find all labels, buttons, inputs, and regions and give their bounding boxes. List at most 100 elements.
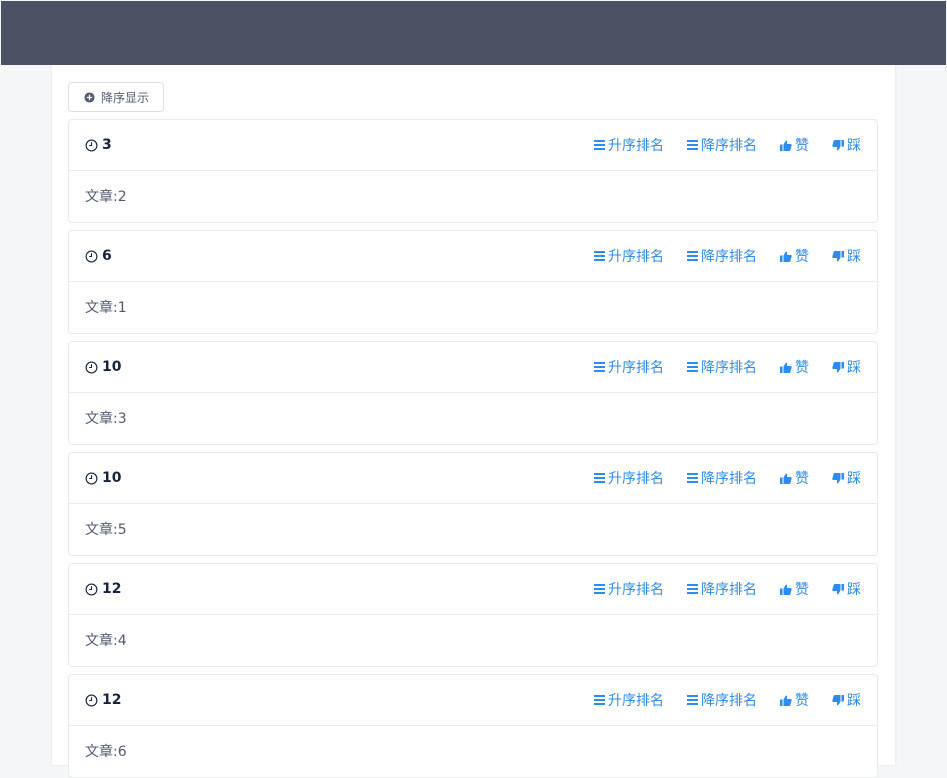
menu-icon — [594, 695, 605, 705]
sort-descending-label: 降序显示 — [101, 90, 150, 105]
dislike-label: 踩 — [847, 138, 861, 154]
like-label: 赞 — [795, 360, 809, 376]
sort-descending-link-label: 降序排名 — [701, 249, 757, 265]
sort-ascending-link[interactable]: 升序排名 — [594, 357, 664, 377]
menu-icon — [594, 140, 605, 150]
like-label: 赞 — [795, 138, 809, 154]
dislike-label: 踩 — [847, 471, 861, 487]
sort-ascending-link[interactable]: 升序排名 — [594, 690, 664, 710]
card-title: 12 — [85, 692, 121, 708]
sort-ascending-link[interactable]: 升序排名 — [594, 135, 664, 155]
sort-ascending-label: 升序排名 — [608, 249, 664, 265]
thumbs-down-icon — [832, 694, 844, 705]
sort-descending-link[interactable]: 降序排名 — [687, 135, 757, 155]
thumbs-up-icon — [780, 473, 792, 484]
like-link[interactable]: 赞 — [780, 357, 809, 377]
dislike-link[interactable]: 踩 — [832, 690, 861, 710]
list-item: 3 升序排名 降序排名 赞 踩 文章:2 — [68, 119, 878, 223]
sort-ascending-label: 升序排名 — [608, 471, 664, 487]
clock-icon — [85, 361, 98, 373]
menu-icon — [594, 584, 605, 594]
like-label: 赞 — [795, 471, 809, 487]
card-actions: 升序排名 降序排名 赞 踩 — [594, 357, 861, 377]
dislike-link[interactable]: 踩 — [832, 579, 861, 599]
sort-descending-link-label: 降序排名 — [701, 360, 757, 376]
card-actions: 升序排名 降序排名 赞 踩 — [594, 690, 861, 710]
card-header: 10 升序排名 降序排名 赞 踩 — [69, 342, 877, 393]
sort-ascending-label: 升序排名 — [608, 138, 664, 154]
list-item: 6 升序排名 降序排名 赞 踩 文章:1 — [68, 230, 878, 334]
list-item: 10 升序排名 降序排名 赞 踩 — [68, 341, 878, 445]
like-label: 赞 — [795, 693, 809, 709]
dislike-link[interactable]: 踩 — [832, 135, 861, 155]
sort-ascending-label: 升序排名 — [608, 360, 664, 376]
menu-icon — [687, 251, 698, 261]
card-title-value: 10 — [102, 470, 122, 486]
card-title-value: 6 — [102, 248, 112, 264]
clock-icon — [85, 694, 98, 706]
like-link[interactable]: 赞 — [780, 690, 809, 710]
card-actions: 升序排名 降序排名 赞 踩 — [594, 468, 861, 488]
thumbs-up-icon — [780, 584, 792, 595]
card-actions: 升序排名 降序排名 赞 踩 — [594, 246, 861, 266]
clock-icon — [85, 583, 98, 595]
dislike-label: 踩 — [847, 249, 861, 265]
card-header: 12 升序排名 降序排名 赞 踩 — [69, 675, 877, 726]
card-title-value: 12 — [102, 692, 122, 708]
top-header-bar — [1, 1, 946, 65]
card-actions: 升序排名 降序排名 赞 踩 — [594, 135, 861, 155]
sort-ascending-label: 升序排名 — [608, 693, 664, 709]
card-content: 文章:5 — [85, 522, 127, 538]
sort-descending-link[interactable]: 降序排名 — [687, 246, 757, 266]
card-content: 文章:3 — [85, 411, 127, 427]
sort-ascending-label: 升序排名 — [608, 582, 664, 598]
like-link[interactable]: 赞 — [780, 246, 809, 266]
card-content: 文章:1 — [85, 300, 127, 316]
menu-icon — [687, 695, 698, 705]
menu-icon — [687, 584, 698, 594]
dislike-label: 踩 — [847, 582, 861, 598]
card-title: 12 — [85, 581, 121, 597]
card-header: 6 升序排名 降序排名 赞 踩 — [69, 231, 877, 282]
clock-icon — [85, 139, 98, 151]
thumbs-up-icon — [780, 362, 792, 373]
thumbs-down-icon — [832, 472, 844, 483]
sort-ascending-link[interactable]: 升序排名 — [594, 468, 664, 488]
card-title: 3 — [85, 137, 112, 153]
card-content: 文章:6 — [85, 744, 127, 760]
dislike-link[interactable]: 踩 — [832, 468, 861, 488]
card-actions: 升序排名 降序排名 赞 踩 — [594, 579, 861, 599]
sort-descending-link[interactable]: 降序排名 — [687, 579, 757, 599]
dislike-link[interactable]: 踩 — [832, 357, 861, 377]
like-link[interactable]: 赞 — [780, 579, 809, 599]
clock-icon — [85, 472, 98, 484]
menu-icon — [687, 140, 698, 150]
like-link[interactable]: 赞 — [780, 468, 809, 488]
like-label: 赞 — [795, 582, 809, 598]
card-header: 10 升序排名 降序排名 赞 踩 — [69, 453, 877, 504]
plus-circle-icon — [84, 91, 95, 103]
card-title-value: 10 — [102, 359, 122, 375]
sort-descending-link[interactable]: 降序排名 — [687, 468, 757, 488]
thumbs-down-icon — [832, 139, 844, 150]
thumbs-up-icon — [780, 251, 792, 262]
dislike-link[interactable]: 踩 — [832, 246, 861, 266]
sort-descending-button[interactable]: 降序显示 — [68, 82, 164, 112]
sort-descending-link-label: 降序排名 — [701, 693, 757, 709]
sort-descending-link[interactable]: 降序排名 — [687, 690, 757, 710]
thumbs-down-icon — [832, 361, 844, 372]
menu-icon — [594, 251, 605, 261]
sort-ascending-link[interactable]: 升序排名 — [594, 579, 664, 599]
list-item: 10 升序排名 降序排名 赞 踩 — [68, 452, 878, 556]
card-content: 文章:2 — [85, 189, 127, 205]
card-title-value: 12 — [102, 581, 122, 597]
like-label: 赞 — [795, 249, 809, 265]
card-title: 6 — [85, 248, 112, 264]
card-title: 10 — [85, 359, 121, 375]
thumbs-up-icon — [780, 140, 792, 151]
sort-descending-link[interactable]: 降序排名 — [687, 357, 757, 377]
sort-ascending-link[interactable]: 升序排名 — [594, 246, 664, 266]
thumbs-down-icon — [832, 583, 844, 594]
list-item: 12 升序排名 降序排名 赞 踩 — [68, 674, 878, 778]
like-link[interactable]: 赞 — [780, 135, 809, 155]
